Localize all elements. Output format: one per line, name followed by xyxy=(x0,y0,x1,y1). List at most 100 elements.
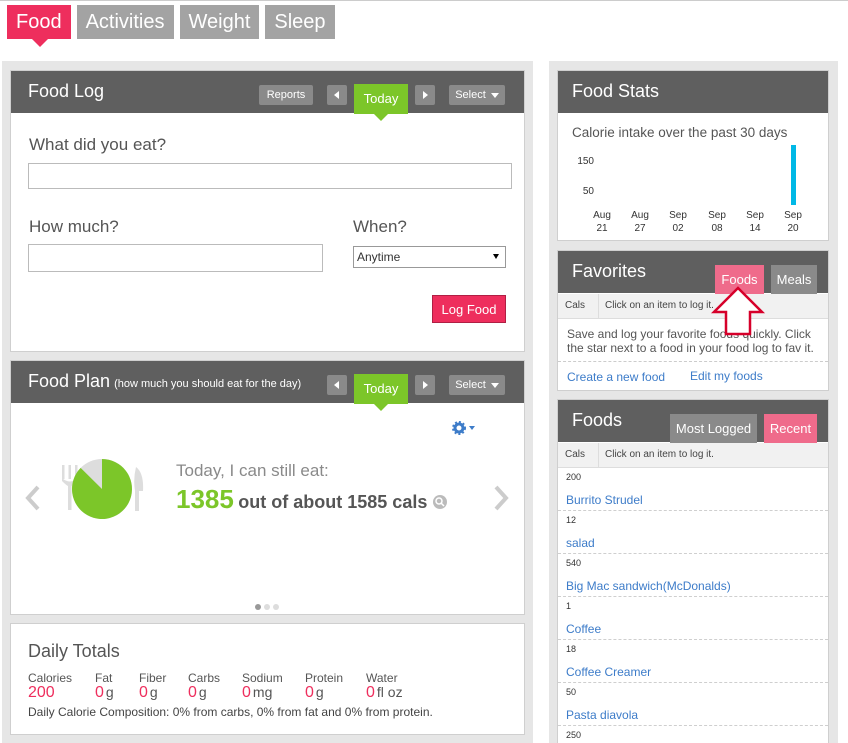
next-day-button[interactable] xyxy=(415,85,435,105)
totals-value-fat: 0g xyxy=(95,684,114,702)
food-list-item[interactable]: 200 Burrito Strudel xyxy=(558,467,828,511)
chevron-left-icon xyxy=(334,381,339,389)
top-divider xyxy=(0,0,848,1)
reports-button[interactable]: Reports xyxy=(259,85,313,105)
chevron-down-icon xyxy=(490,382,499,388)
food-list-item[interactable]: 18 Coffee Creamer xyxy=(558,639,828,683)
plan-next-day-button[interactable] xyxy=(415,375,435,395)
chevron-left-icon xyxy=(334,91,339,99)
chart-bar xyxy=(791,145,796,205)
carousel-dot-active[interactable] xyxy=(255,604,261,610)
food-plan-header: Food Plan (how much you should eat for th… xyxy=(11,361,524,411)
fat-value: 0 xyxy=(95,684,104,701)
totals-value-protein: 0g xyxy=(305,684,324,702)
food-name-link[interactable]: Coffee Creamer xyxy=(566,665,651,679)
tab-food[interactable]: Food xyxy=(7,5,71,47)
plan-select-dropdown[interactable]: Select xyxy=(449,375,505,395)
food-stats-panel: Food Stats Calorie intake over the past … xyxy=(557,70,829,241)
today-button[interactable]: Today xyxy=(354,84,408,121)
carousel-prev-icon[interactable] xyxy=(25,485,41,511)
select-dropdown[interactable]: Select xyxy=(449,85,505,105)
tab-weight[interactable]: Weight xyxy=(179,5,260,39)
food-list-item[interactable]: 540 Big Mac sandwich(McDonalds) xyxy=(558,553,828,597)
fat-unit: g xyxy=(105,684,114,700)
food-name-link[interactable]: Burrito Strudel xyxy=(566,493,643,507)
favorites-empty-message: Save and log your favorite foods quickly… xyxy=(567,327,814,355)
main-nav-tabs: Food Activities Weight Sleep xyxy=(7,5,335,47)
plan-today-button[interactable]: Today xyxy=(354,374,408,411)
food-list-item[interactable]: 12 salad xyxy=(558,510,828,554)
sodium-unit: mg xyxy=(252,684,273,700)
tab-activities[interactable]: Activities xyxy=(76,5,174,39)
food-name-link[interactable]: Pasta diavola xyxy=(566,708,638,722)
carousel-dot[interactable] xyxy=(273,604,279,610)
food-log-header: Food Log Reports Today Select xyxy=(11,71,524,121)
column-divider xyxy=(598,443,599,467)
favorites-title: Favorites xyxy=(572,261,647,281)
edit-my-foods-link[interactable]: Edit my foods xyxy=(690,369,763,383)
dropdown-arrow-icon xyxy=(493,254,499,259)
food-name-link[interactable]: salad xyxy=(566,536,595,550)
food-plan-subtitle: (how much you should eat for the day) xyxy=(114,378,302,390)
remaining-calories-line: 1385 out of about 1585 cals xyxy=(176,484,448,515)
totals-value-water: 0 fl oz xyxy=(366,684,403,702)
x-tick-label: Sep xyxy=(708,210,726,221)
food-log-panel: Food Log Reports Today Select What did y… xyxy=(10,70,525,352)
x-tick-label: 14 xyxy=(749,223,761,234)
favorites-meals-tab[interactable]: Meals xyxy=(771,265,817,295)
x-tick-label: 02 xyxy=(672,223,684,234)
plan-prev-day-button[interactable] xyxy=(327,375,347,395)
x-tick-label: Aug xyxy=(631,210,649,221)
foods-column-header: Cals Click on an item to log it. xyxy=(558,443,828,468)
food-list-item[interactable]: 50 Pasta diavola xyxy=(558,682,828,726)
favorites-cals-header: Cals xyxy=(565,300,586,311)
food-calories: 540 xyxy=(566,558,582,568)
most-logged-tab[interactable]: Most Logged xyxy=(670,414,757,444)
food-plan-title-text: Food Plan xyxy=(28,371,111,391)
magnifier-icon[interactable] xyxy=(432,494,448,510)
log-food-button[interactable]: Log Food xyxy=(432,295,506,323)
totals-label-fat: Fat xyxy=(95,671,113,685)
what-did-you-eat-label: What did you eat? xyxy=(29,135,167,154)
meal-time-value: Anytime xyxy=(357,250,401,264)
recent-tab[interactable]: Recent xyxy=(764,414,817,444)
meal-time-select[interactable]: Anytime xyxy=(353,246,506,268)
carbs-unit: g xyxy=(198,684,207,700)
food-name-link[interactable]: Coffee xyxy=(566,622,601,636)
fiber-unit: g xyxy=(149,684,158,700)
food-calories: 1 xyxy=(566,601,572,611)
x-tick-label: Aug xyxy=(593,210,611,221)
favorites-panel: Favorites Foods Meals Cals Click on an i… xyxy=(557,250,829,391)
out-of-calories-text: out of about 1585 cals xyxy=(238,492,428,512)
prev-day-button[interactable] xyxy=(327,85,347,105)
amount-input[interactable] xyxy=(28,244,323,272)
totals-label-water: Water xyxy=(366,671,398,685)
favorites-header: Favorites Foods Meals xyxy=(558,251,828,295)
tab-sleep[interactable]: Sleep xyxy=(265,5,335,39)
food-list-item[interactable]: 250 xyxy=(558,725,828,743)
protein-value: 0 xyxy=(305,684,314,701)
totals-label-protein: Protein xyxy=(305,671,344,685)
water-value: 0 xyxy=(366,684,375,701)
favorites-divider xyxy=(558,361,828,363)
chevron-right-icon xyxy=(423,91,428,99)
food-search-input[interactable] xyxy=(28,163,512,189)
settings-gear-icon[interactable] xyxy=(452,421,478,435)
food-plan-panel: Food Plan (how much you should eat for th… xyxy=(10,360,525,615)
calories-value: 200 xyxy=(28,684,55,701)
foods-header: Foods Most Logged Recent xyxy=(558,400,828,444)
daily-totals-title: Daily Totals xyxy=(28,641,120,661)
food-list-item[interactable]: 1 Coffee xyxy=(558,596,828,640)
carousel-dot[interactable] xyxy=(264,604,270,610)
carousel-next-icon[interactable] xyxy=(493,485,509,511)
fiber-value: 0 xyxy=(139,684,148,701)
x-tick-label: 08 xyxy=(711,223,723,234)
food-plan-title: Food Plan (how much you should eat for th… xyxy=(28,371,301,392)
water-unit: fl oz xyxy=(376,684,403,700)
food-name-link[interactable]: Big Mac sandwich(McDonalds) xyxy=(566,579,731,593)
column-divider xyxy=(598,294,599,318)
create-new-food-link[interactable]: Create a new food xyxy=(567,370,665,384)
food-calories: 50 xyxy=(566,687,577,697)
plan-select-label: Select xyxy=(455,379,486,391)
carousel-dots xyxy=(255,597,279,615)
